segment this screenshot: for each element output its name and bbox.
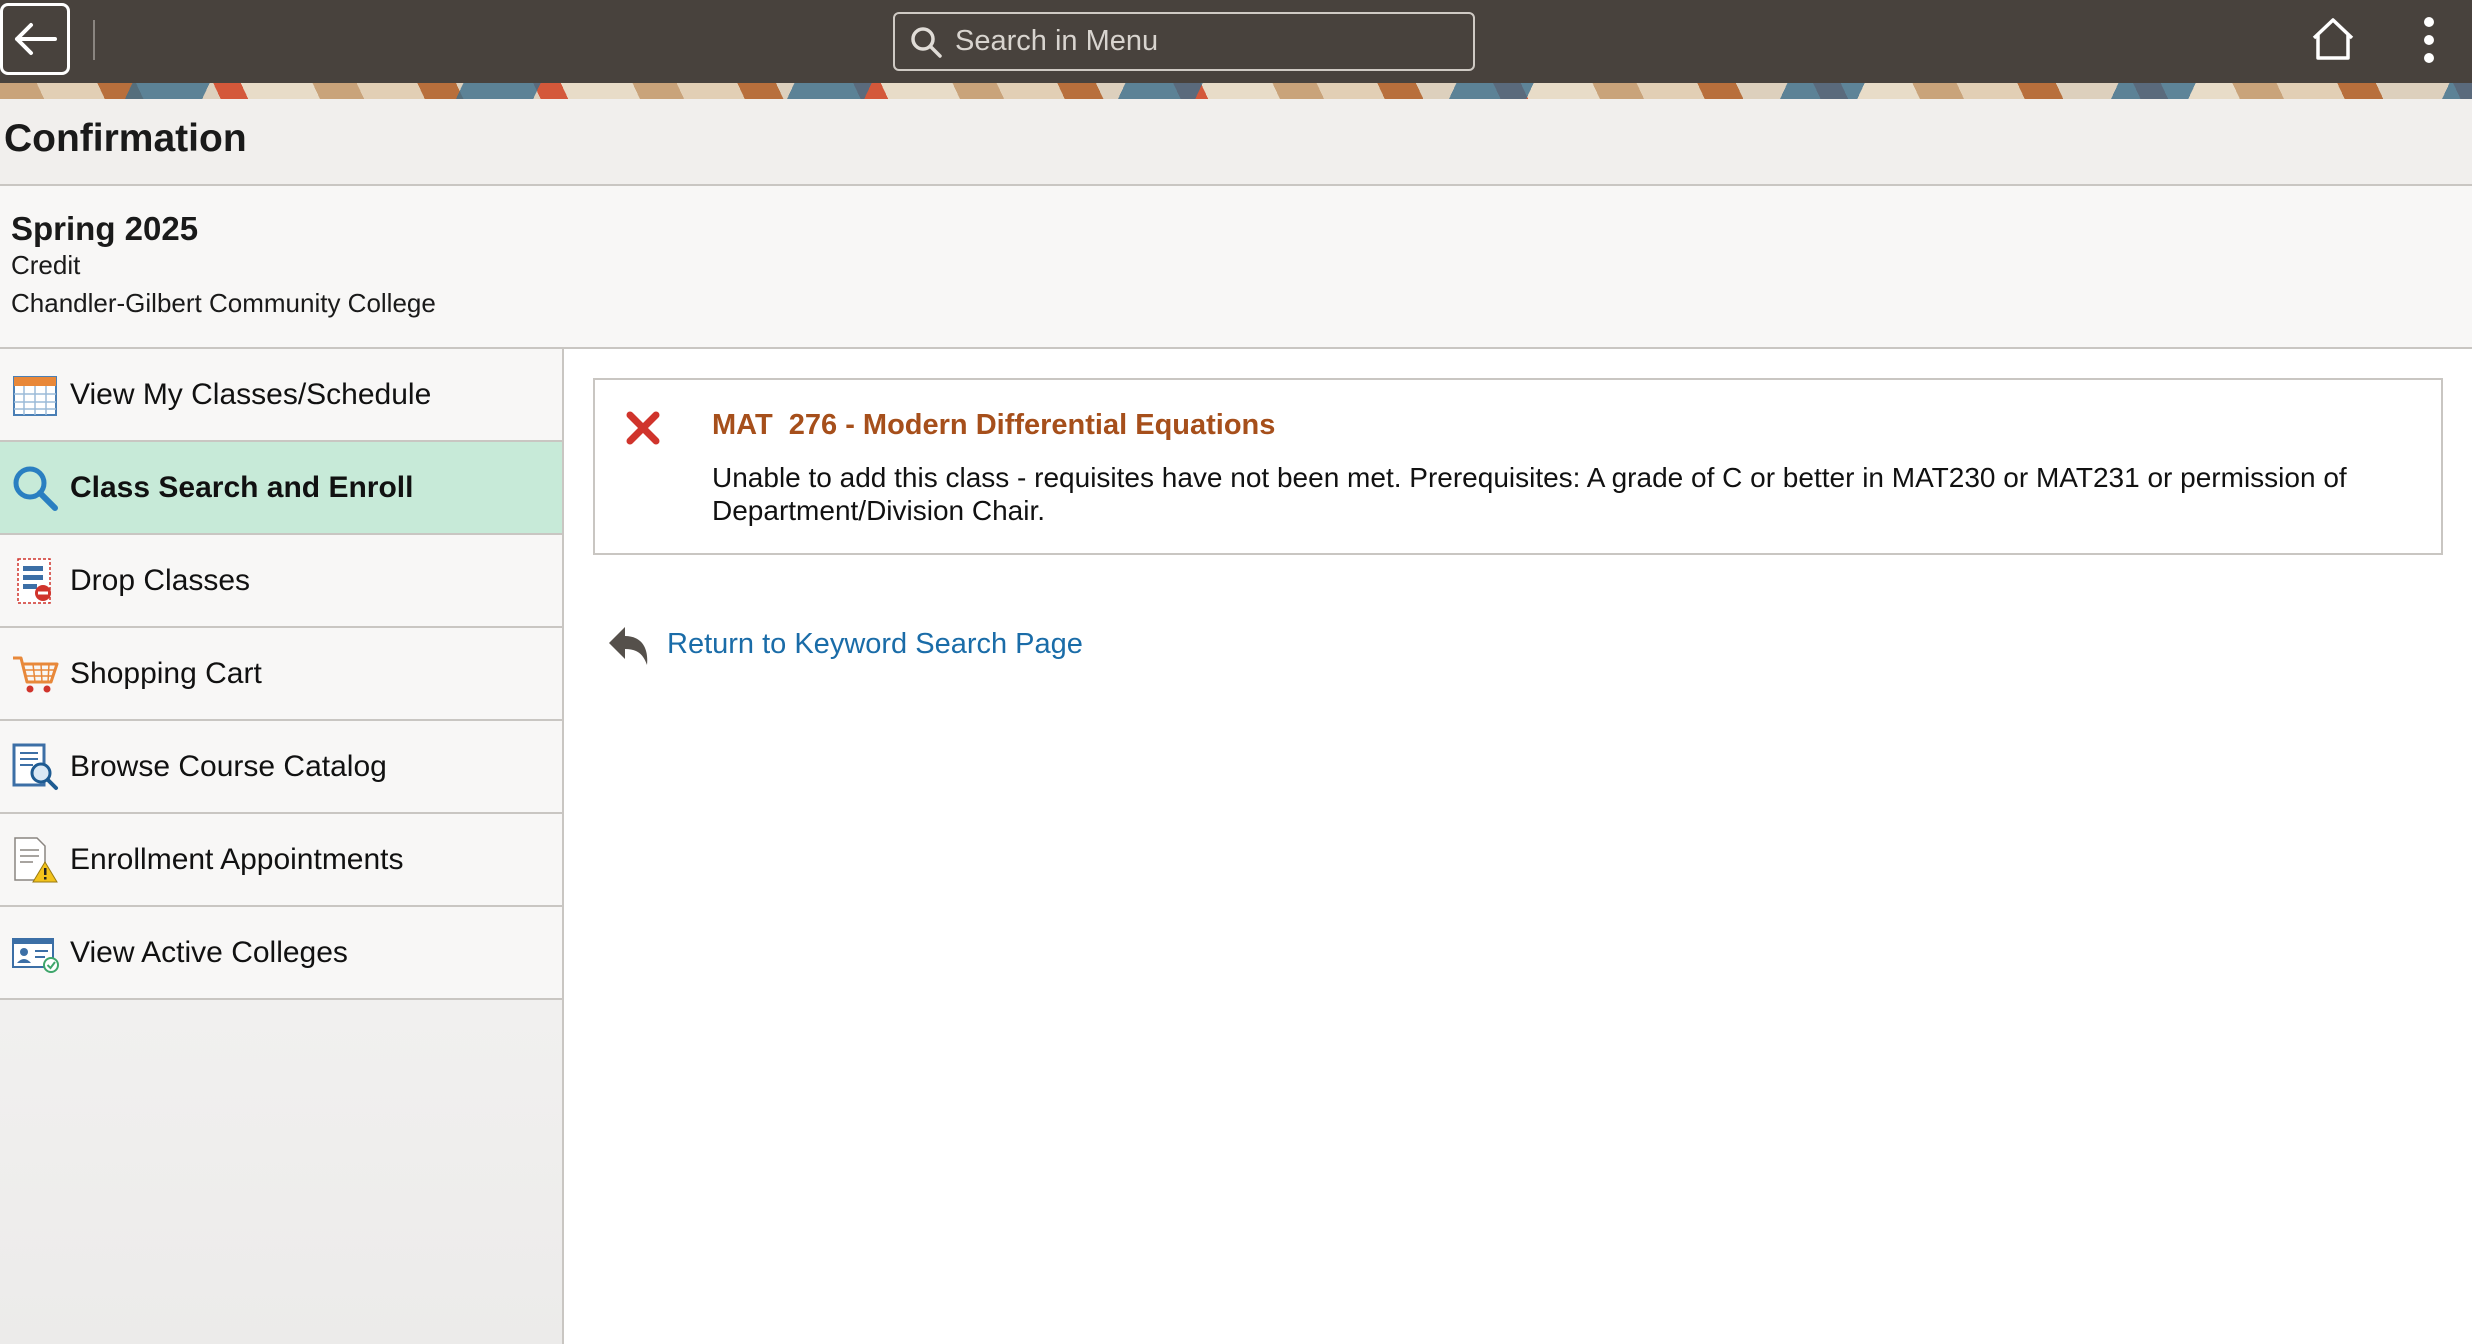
sidebar-item-shopping-cart[interactable]: Shopping Cart [0,628,562,721]
sidebar-item-label: View Active Colleges [70,935,348,969]
search-icon [10,463,60,513]
sidebar-item-enrollment-appointments[interactable]: Enrollment Appointments [0,814,562,907]
home-icon[interactable] [2310,16,2356,62]
course-title: MAT 276 - Modern Differential Equations [712,409,1276,441]
sidebar-item-label: View My Classes/Schedule [70,377,432,411]
term-institution: Chandler-Gilbert Community College [11,288,436,318]
page-title: Confirmation [4,117,247,160]
top-header [0,0,2472,83]
term-info: Spring 2025 Credit Chandler-Gilbert Comm… [0,186,2472,349]
decorative-banner [0,83,2472,99]
sidebar-item-browse-catalog[interactable]: Browse Course Catalog [0,721,562,814]
enrollment-result-message: MAT 276 - Modern Differential Equations … [593,378,2443,555]
sidebar-item-drop-classes[interactable]: Drop Classes [0,535,562,628]
back-button[interactable] [0,3,70,75]
search-menu-box[interactable] [893,12,1475,71]
return-link-label: Return to Keyword Search Page [667,627,1083,660]
sidebar-nav: View My Classes/Schedule Class Search an… [0,349,564,1344]
search-menu-input[interactable] [955,25,1473,58]
arrow-left-icon [15,23,57,55]
catalog-search-icon [10,742,60,792]
sidebar-item-view-my-classes[interactable]: View My Classes/Schedule [0,349,562,442]
page-title-bar: Confirmation [0,99,2472,186]
return-to-search-link[interactable]: Return to Keyword Search Page [603,619,1083,669]
return-arrow-icon [609,627,648,665]
cart-icon [10,649,60,699]
search-icon [911,26,942,58]
id-card-icon [10,928,60,978]
document-warning-icon [10,835,60,885]
main-content: MAT 276 - Modern Differential Equations … [566,349,2472,1344]
term-career: Credit [11,250,81,280]
sidebar-item-label: Browse Course Catalog [70,749,387,783]
calendar-icon [10,370,60,420]
error-x-icon [626,411,660,445]
term-name: Spring 2025 [11,210,199,247]
error-message-text: Unable to add this class - requisites ha… [712,462,2347,526]
sidebar-item-class-search[interactable]: Class Search and Enroll [0,442,562,535]
drop-list-icon [10,556,60,606]
sidebar-item-label: Class Search and Enroll [70,470,414,504]
more-options-icon[interactable] [2414,14,2444,66]
sidebar-item-label: Drop Classes [70,563,251,597]
sidebar-item-active-colleges[interactable]: View Active Colleges [0,907,562,1000]
sidebar-item-label: Enrollment Appointments [70,842,404,876]
header-divider [93,20,95,60]
sidebar-item-label: Shopping Cart [70,656,262,690]
